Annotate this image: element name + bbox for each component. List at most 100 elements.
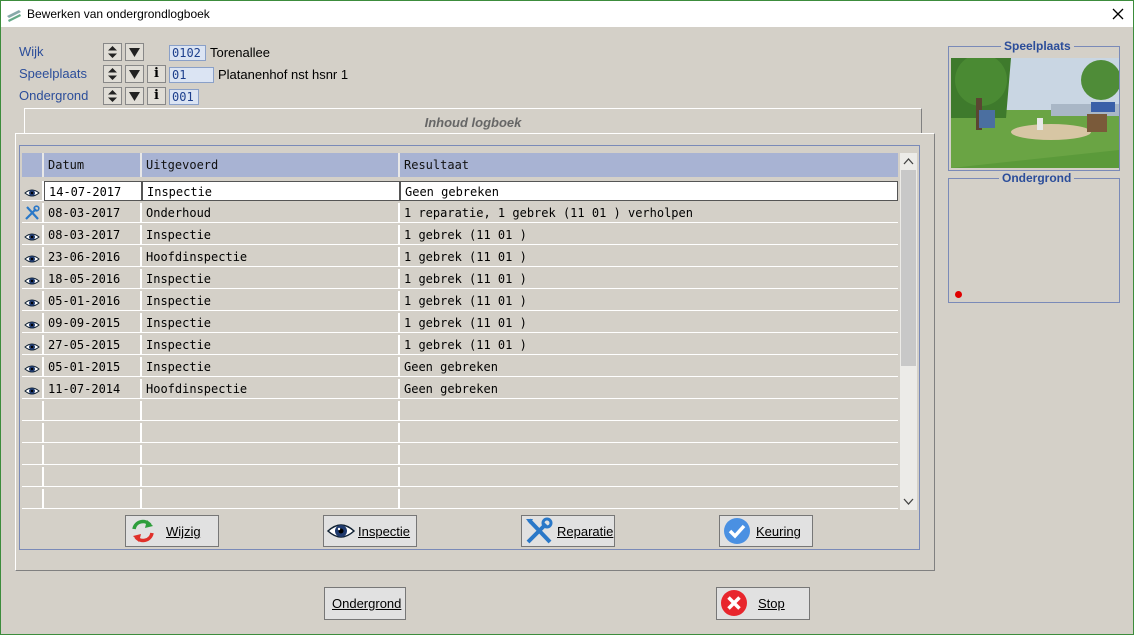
- table-row[interactable]: 09-09-2015 Inspectie 1 gebrek (11 01 ): [22, 313, 898, 335]
- speelplaats-info-button[interactable]: i: [147, 65, 166, 83]
- wijzig-button[interactable]: Wijzig: [125, 515, 219, 547]
- empty-table-row[interactable]: [22, 445, 898, 467]
- table-row[interactable]: 18-05-2016 Inspectie 1 gebrek (11 01 ): [22, 269, 898, 291]
- scroll-up-button[interactable]: [900, 153, 917, 170]
- empty-table-row[interactable]: [22, 489, 898, 511]
- resultaat-cell[interactable]: 1 reparatie, 1 gebrek (11 01 ) verholpen: [400, 203, 898, 223]
- ondergrond-spinner[interactable]: [103, 87, 122, 105]
- title-bar: Bewerken van ondergrondlogboek: [1, 1, 1133, 27]
- empty-cell[interactable]: [400, 467, 898, 487]
- resultaat-cell[interactable]: 1 gebrek (11 01 ): [400, 291, 898, 311]
- ondergrond-info-button[interactable]: i: [147, 87, 166, 105]
- uitgevoerd-cell[interactable]: Inspectie: [142, 269, 400, 289]
- resultaat-cell[interactable]: 1 gebrek (11 01 ): [400, 225, 898, 245]
- wijk-spinner[interactable]: [103, 43, 122, 61]
- empty-cell[interactable]: [44, 445, 142, 465]
- speelplaats-code-field[interactable]: 01: [169, 67, 214, 83]
- datum-cell[interactable]: 14-07-2017: [44, 181, 142, 201]
- header-datum[interactable]: Datum: [44, 153, 142, 177]
- empty-table-row[interactable]: [22, 467, 898, 489]
- wijk-code-field[interactable]: 0102: [169, 45, 206, 61]
- datum-cell[interactable]: 05-01-2015: [44, 357, 142, 377]
- datum-cell[interactable]: 27-05-2015: [44, 335, 142, 355]
- table-row[interactable]: 08-03-2017 Inspectie 1 gebrek (11 01 ): [22, 225, 898, 247]
- empty-cell[interactable]: [44, 423, 142, 443]
- header-uitgevoerd[interactable]: Uitgevoerd: [142, 153, 400, 177]
- empty-table-row[interactable]: [22, 401, 898, 423]
- row-type-cell: [22, 181, 44, 201]
- empty-cell[interactable]: [44, 489, 142, 509]
- app-logo-icon: [7, 10, 21, 22]
- triangle-down-icon: [129, 48, 140, 57]
- stop-button[interactable]: Stop: [716, 587, 810, 620]
- uitgevoerd-cell[interactable]: Onderhoud: [142, 203, 400, 223]
- empty-cell[interactable]: [44, 401, 142, 421]
- ondergrond-dropdown-button[interactable]: [125, 87, 144, 105]
- wijk-dropdown-button[interactable]: [125, 43, 144, 61]
- ondergrond-code-field[interactable]: 001: [169, 89, 199, 105]
- keuring-button[interactable]: Keuring: [719, 515, 813, 547]
- datum-cell[interactable]: 11-07-2014: [44, 379, 142, 399]
- ondergrond-button[interactable]: Ondergrond: [324, 587, 406, 620]
- inspectie-button[interactable]: Inspectie: [323, 515, 417, 547]
- resultaat-cell[interactable]: 1 gebrek (11 01 ): [400, 313, 898, 333]
- resultaat-cell[interactable]: Geen gebreken: [400, 357, 898, 377]
- table-row[interactable]: 11-07-2014 Hoofdinspectie Geen gebreken: [22, 379, 898, 401]
- reparatie-button[interactable]: Reparatie: [521, 515, 615, 547]
- empty-cell[interactable]: [142, 445, 400, 465]
- empty-cell[interactable]: [400, 445, 898, 465]
- row-type-cell: [22, 357, 44, 377]
- table-row[interactable]: 05-01-2016 Inspectie 1 gebrek (11 01 ): [22, 291, 898, 313]
- empty-cell[interactable]: [400, 489, 898, 509]
- uitgevoerd-cell[interactable]: Inspectie: [142, 357, 400, 377]
- empty-cell[interactable]: [142, 467, 400, 487]
- header-resultaat[interactable]: Resultaat: [400, 153, 898, 177]
- uitgevoerd-cell[interactable]: Inspectie: [142, 291, 400, 311]
- uitgevoerd-cell[interactable]: Hoofdinspectie: [142, 379, 400, 399]
- table-row[interactable]: 05-01-2015 Inspectie Geen gebreken: [22, 357, 898, 379]
- datum-cell[interactable]: 09-09-2015: [44, 313, 142, 333]
- table-row[interactable]: 27-05-2015 Inspectie 1 gebrek (11 01 ): [22, 335, 898, 357]
- row-type-cell: [22, 467, 44, 487]
- datum-cell[interactable]: 08-03-2017: [44, 225, 142, 245]
- speelplaats-dropdown-button[interactable]: [125, 65, 144, 83]
- eye-icon: [326, 524, 356, 538]
- empty-cell[interactable]: [142, 489, 400, 509]
- table-scrollbar[interactable]: [900, 153, 917, 510]
- empty-cell[interactable]: [44, 467, 142, 487]
- datum-cell[interactable]: 05-01-2016: [44, 291, 142, 311]
- datum-cell[interactable]: 18-05-2016: [44, 269, 142, 289]
- close-window-button[interactable]: [1103, 1, 1133, 27]
- scroll-thumb[interactable]: [901, 170, 916, 366]
- uitgevoerd-cell[interactable]: Inspectie: [142, 225, 400, 245]
- datum-cell[interactable]: 08-03-2017: [44, 203, 142, 223]
- speelplaats-label: Speelplaats: [19, 66, 87, 81]
- row-type-cell: [22, 489, 44, 509]
- empty-cell[interactable]: [400, 401, 898, 421]
- location-marker[interactable]: [955, 291, 962, 298]
- table-row[interactable]: 23-06-2016 Hoofdinspectie 1 gebrek (11 01 …: [22, 247, 898, 269]
- resultaat-cell[interactable]: Geen gebreken: [400, 379, 898, 399]
- uitgevoerd-cell[interactable]: Inspectie: [142, 313, 400, 333]
- table-row[interactable]: 14-07-2017 Inspectie Geen gebreken: [22, 181, 898, 203]
- empty-cell[interactable]: [400, 423, 898, 443]
- close-icon: [1112, 8, 1124, 20]
- resultaat-cell[interactable]: 1 gebrek (11 01 ): [400, 247, 898, 267]
- empty-cell[interactable]: [142, 401, 400, 421]
- resultaat-cell[interactable]: 1 gebrek (11 01 ): [400, 335, 898, 355]
- datum-cell[interactable]: 23-06-2016: [44, 247, 142, 267]
- tab-inhoud-logboek[interactable]: Inhoud logboek: [24, 108, 922, 134]
- uitgevoerd-cell[interactable]: Inspectie: [142, 335, 400, 355]
- eye-icon: [24, 339, 40, 354]
- resultaat-cell[interactable]: Geen gebreken: [400, 181, 898, 201]
- speelplaats-spinner[interactable]: [103, 65, 122, 83]
- empty-table-row[interactable]: [22, 423, 898, 445]
- uitgevoerd-cell[interactable]: Hoofdinspectie: [142, 247, 400, 267]
- resultaat-cell[interactable]: 1 gebrek (11 01 ): [400, 269, 898, 289]
- playground-photo[interactable]: [951, 58, 1119, 168]
- uitgevoerd-cell[interactable]: Inspectie: [142, 181, 400, 201]
- table-row[interactable]: 08-03-2017 Onderhoud 1 reparatie, 1 gebrek…: [22, 203, 898, 225]
- empty-cell[interactable]: [142, 423, 400, 443]
- window-title: Bewerken van ondergrondlogboek: [27, 7, 210, 21]
- scroll-down-button[interactable]: [900, 493, 917, 510]
